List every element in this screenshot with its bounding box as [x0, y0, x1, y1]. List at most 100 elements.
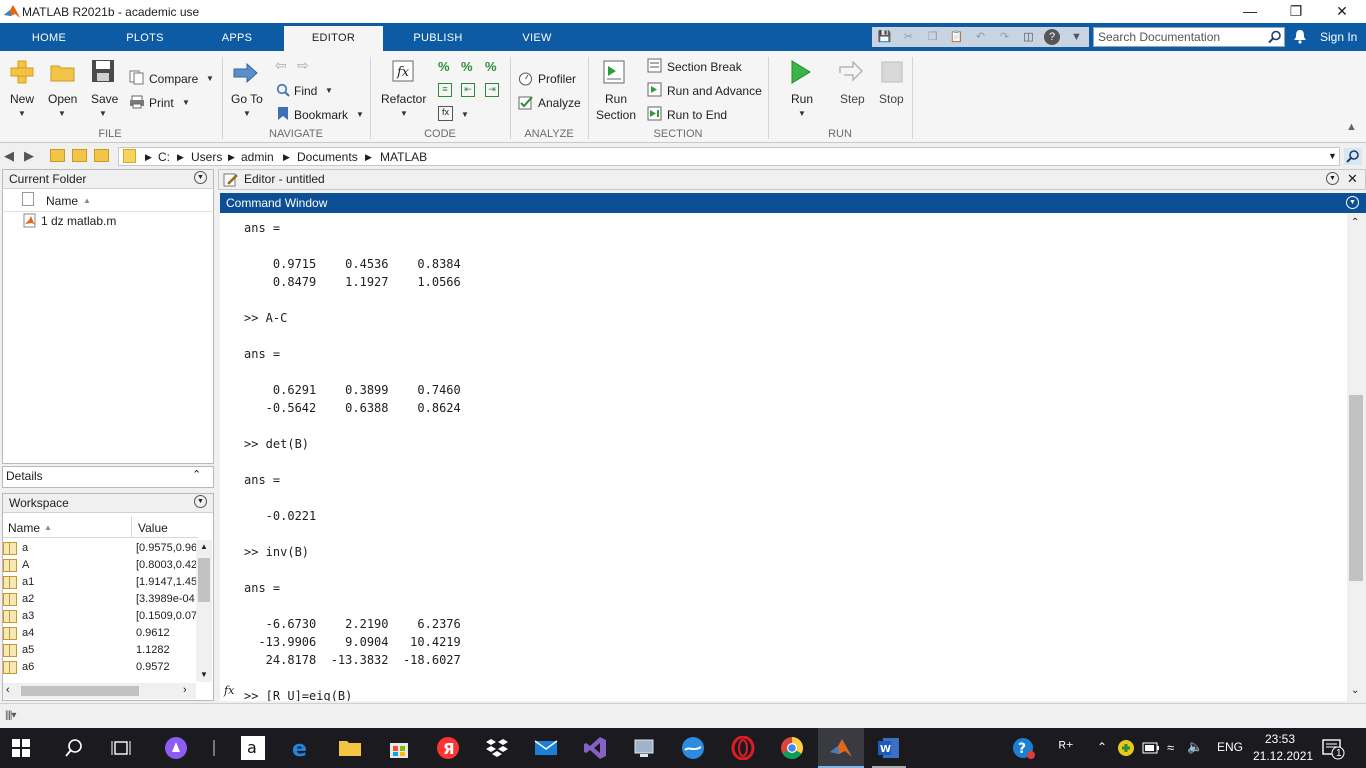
- workspace-row[interactable]: a5 1.1282: [3, 642, 210, 659]
- minimize-button[interactable]: —: [1227, 0, 1273, 23]
- opera-icon[interactable]: [731, 736, 755, 760]
- sign-in-link[interactable]: Sign In: [1320, 30, 1357, 44]
- function-browser-icon[interactable]: fx: [224, 684, 234, 697]
- visual-studio-icon[interactable]: [583, 736, 607, 760]
- refactor-button[interactable]: Refactor: [381, 92, 426, 106]
- weather-app-icon[interactable]: [681, 736, 705, 760]
- amazon-icon[interactable]: a: [241, 736, 265, 760]
- bookmark-dropdown-icon[interactable]: ▼: [356, 110, 364, 119]
- open-dropdown-icon[interactable]: ▼: [58, 109, 66, 118]
- browse-folder-icon[interactable]: [72, 149, 87, 162]
- step-button[interactable]: Step: [840, 92, 865, 106]
- expand-details-icon[interactable]: ⌃: [192, 468, 201, 481]
- profiler-button[interactable]: Profiler: [538, 72, 576, 86]
- breadcrumb-item[interactable]: Users: [191, 150, 222, 164]
- workspace-vscroll-thumb[interactable]: [198, 558, 210, 602]
- wrap-comments-icon[interactable]: %: [485, 59, 497, 74]
- wifi-icon[interactable]: ≈: [1167, 740, 1174, 755]
- workspace-hscroll-thumb[interactable]: [21, 686, 139, 696]
- people-icon[interactable]: ᴿ⁺: [1059, 738, 1074, 756]
- run-dropdown-icon[interactable]: ▼: [798, 109, 806, 118]
- breadcrumb-arrow-icon[interactable]: ▶: [283, 152, 290, 163]
- tab-plots[interactable]: PLOTS: [110, 23, 180, 51]
- print-button[interactable]: Print: [149, 96, 174, 110]
- tab-home[interactable]: HOME: [14, 23, 84, 51]
- decrease-indent-icon[interactable]: ⇤: [461, 83, 475, 97]
- copy-icon[interactable]: ❐: [924, 29, 941, 45]
- back-arrow-icon[interactable]: ⇦: [275, 57, 287, 74]
- workspace-row[interactable]: a3 [0.1509,0.07: [3, 608, 210, 625]
- section-break-button[interactable]: Section Break: [667, 60, 742, 74]
- input-language[interactable]: ENG: [1217, 740, 1243, 754]
- breadcrumb-arrow-icon[interactable]: ▶: [177, 152, 184, 163]
- workspace-vscrollbar[interactable]: ▲ ▼: [196, 540, 212, 682]
- search-icon[interactable]: [1268, 30, 1282, 44]
- command-window-output[interactable]: ans = 0.9715 0.4536 0.8384 0.8479 1.1927…: [220, 213, 1347, 701]
- find-dropdown-icon[interactable]: ▼: [325, 86, 333, 95]
- bookmark-button[interactable]: Bookmark: [294, 108, 348, 122]
- forward-icon[interactable]: ▶: [24, 148, 34, 164]
- workspace-actions-icon[interactable]: ▼: [194, 495, 207, 508]
- battery-icon[interactable]: [1142, 741, 1160, 755]
- scroll-down-icon[interactable]: ⌄: [1351, 685, 1359, 696]
- paste-icon[interactable]: 📋: [948, 29, 965, 45]
- store-icon[interactable]: [387, 736, 411, 760]
- new-dropdown-icon[interactable]: ▼: [18, 109, 26, 118]
- panel-actions-icon[interactable]: ▼: [194, 171, 207, 184]
- close-editor-icon[interactable]: ✕: [1347, 171, 1358, 187]
- file-item[interactable]: 1 dz matlab.m: [41, 214, 116, 228]
- search-taskbar-icon[interactable]: [62, 736, 86, 760]
- path-search-icon[interactable]: [1344, 148, 1362, 165]
- scroll-down-icon[interactable]: ▼: [200, 670, 208, 679]
- column-header-name[interactable]: Name: [46, 194, 78, 208]
- run-advance-button[interactable]: Run and Advance: [667, 84, 762, 98]
- insert-function-icon[interactable]: fx: [438, 106, 453, 121]
- quick-access-dropdown-icon[interactable]: ▼: [1068, 29, 1085, 45]
- tab-editor[interactable]: EDITOR: [284, 26, 383, 51]
- breadcrumb-arrow-icon[interactable]: ▶: [365, 152, 372, 163]
- command-window-actions-icon[interactable]: ▼: [1346, 196, 1359, 209]
- alice-assistant-icon[interactable]: [164, 736, 188, 760]
- tab-apps[interactable]: APPS: [202, 23, 272, 51]
- switch-windows-icon[interactable]: ◫: [1020, 29, 1037, 45]
- network-app-icon[interactable]: [632, 736, 656, 760]
- uncomment-icon[interactable]: %: [461, 59, 473, 74]
- stop-button[interactable]: Stop: [879, 92, 904, 106]
- search-folder-icon[interactable]: [94, 149, 109, 162]
- workspace-row[interactable]: a1 [1.9147,1.45: [3, 574, 210, 591]
- collapse-ribbon-icon[interactable]: ▲: [1346, 121, 1357, 133]
- clock-time[interactable]: 23:53: [1265, 732, 1295, 746]
- help-tray-icon[interactable]: ?: [1012, 736, 1036, 760]
- clock-date[interactable]: 21.12.2021: [1253, 749, 1313, 763]
- insert-dropdown-icon[interactable]: ▼: [461, 110, 469, 119]
- save-button[interactable]: Save: [91, 92, 118, 106]
- analyze-button[interactable]: Analyze: [538, 96, 581, 110]
- scroll-right-icon[interactable]: ›: [183, 684, 187, 696]
- run-section-button-line2[interactable]: Section: [596, 108, 636, 122]
- compare-dropdown-icon[interactable]: ▼: [206, 74, 214, 83]
- search-documentation-input[interactable]: Search Documentation: [1093, 27, 1285, 47]
- command-window-scrollbar[interactable]: ⌃ ⌄: [1347, 213, 1365, 701]
- goto-dropdown-icon[interactable]: ▼: [243, 109, 251, 118]
- back-icon[interactable]: ◀: [4, 148, 14, 164]
- breadcrumb-item[interactable]: C:: [158, 150, 170, 164]
- tray-expand-icon[interactable]: ⌃: [1097, 740, 1107, 754]
- run-button[interactable]: Run: [791, 92, 813, 106]
- command-scroll-thumb[interactable]: [1349, 395, 1363, 581]
- smart-indent-icon[interactable]: ≡: [438, 83, 452, 97]
- chrome-icon[interactable]: [780, 736, 804, 760]
- task-view-icon[interactable]: [109, 736, 133, 760]
- undo-icon[interactable]: ↶: [972, 29, 989, 45]
- workspace-hscrollbar[interactable]: ‹ ›: [3, 683, 196, 699]
- print-dropdown-icon[interactable]: ▼: [182, 98, 190, 107]
- tab-view[interactable]: VIEW: [502, 23, 572, 51]
- word-icon[interactable]: W: [877, 736, 901, 760]
- workspace-row[interactable]: a4 0.9612: [3, 625, 210, 642]
- antivirus-tray-icon[interactable]: [1117, 739, 1135, 757]
- yandex-browser-icon[interactable]: Я: [436, 736, 460, 760]
- find-button[interactable]: Find: [294, 84, 317, 98]
- save-quick-icon[interactable]: 💾: [876, 29, 893, 45]
- breadcrumb-item[interactable]: admin: [241, 150, 274, 164]
- editor-actions-icon[interactable]: ▼: [1326, 172, 1339, 185]
- workspace-row[interactable]: a2 [3.3989e-04: [3, 591, 210, 608]
